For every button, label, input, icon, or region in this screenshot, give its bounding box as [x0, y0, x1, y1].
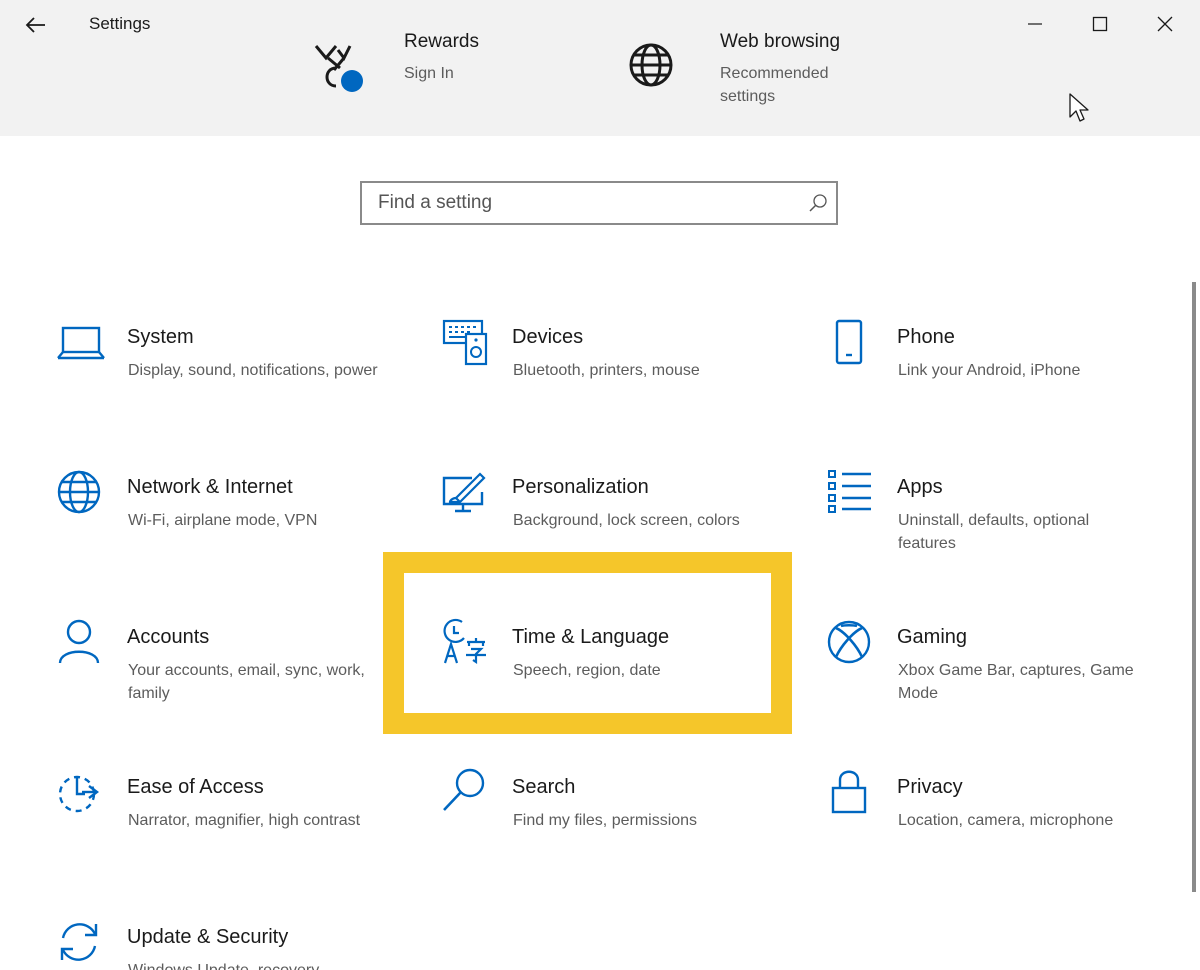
rewards-icon [314, 45, 363, 92]
tile-title: Apps [897, 476, 943, 498]
scrollbar[interactable] [1192, 282, 1196, 892]
close-button[interactable] [1142, 4, 1188, 44]
personalization-icon [442, 472, 486, 513]
tile-ease-of-access[interactable]: Ease of Access Narrator, magnifier, high… [57, 768, 417, 878]
banner-web-browsing[interactable]: Web browsing Recommended settings [620, 0, 880, 130]
tile-description: Uninstall, defaults, optional features [898, 512, 1090, 552]
tile-description: Find my files, permissions [513, 812, 698, 829]
tile-title: Update & Security [127, 926, 289, 948]
tile-description: Display, sound, notifications, power [128, 362, 378, 379]
devices-icon [442, 319, 488, 366]
banner-rewards-title: Rewards [404, 31, 479, 52]
tile-description: Link your Android, iPhone [898, 362, 1081, 379]
mouse-cursor-icon [1069, 93, 1089, 122]
back-arrow-icon [25, 17, 45, 33]
banner-rewards[interactable]: Rewards Sign In [300, 0, 530, 130]
banner-web-title: Web browsing [720, 31, 841, 52]
tile-search[interactable]: Search Find my files, permissions [442, 768, 802, 878]
tile-title: Gaming [897, 626, 968, 648]
tile-apps[interactable]: Apps Uninstall, defaults, optional featu… [827, 468, 1187, 578]
globe-icon [57, 470, 101, 514]
maximize-button[interactable] [1077, 4, 1123, 44]
tile-description: Your accounts, email, sync, work, family [128, 662, 365, 702]
back-button[interactable] [18, 8, 54, 42]
xbox-icon [827, 620, 871, 664]
tile-title: Search [512, 776, 576, 798]
banner-rewards-subtitle: Sign In [404, 65, 454, 82]
tile-privacy[interactable]: Privacy Location, camera, microphone [827, 768, 1187, 878]
tile-description: Speech, region, date [513, 662, 661, 679]
tile-title: Network & Internet [127, 476, 293, 498]
tile-system[interactable]: System Display, sound, notifications, po… [57, 318, 417, 428]
tile-title: Phone [897, 326, 955, 348]
globe-icon [629, 43, 673, 87]
tile-description: Background, lock screen, colors [513, 512, 740, 529]
phone-icon [835, 319, 863, 365]
update-sync-icon [60, 923, 98, 961]
tile-description: Wi-Fi, airplane mode, VPN [128, 512, 318, 529]
tile-description: Xbox Game Bar, captures, Game Mode [898, 662, 1134, 702]
tile-gaming[interactable]: Gaming Xbox Game Bar, captures, Game Mod… [827, 618, 1187, 728]
tile-title: System [127, 326, 194, 348]
tile-description: Bluetooth, printers, mouse [513, 362, 700, 379]
magnifier-icon[interactable] [808, 193, 828, 213]
tile-description: Windows Update, recovery, [128, 959, 378, 970]
tile-title: Privacy [897, 776, 963, 798]
tile-phone[interactable]: Phone Link your Android, iPhone [827, 318, 1187, 428]
time-language-icon [443, 618, 486, 665]
tile-title: Ease of Access [127, 776, 264, 798]
app-title: Settings [89, 14, 151, 33]
tile-title: Personalization [512, 476, 649, 498]
tile-devices[interactable]: Devices Bluetooth, printers, mouse [442, 318, 802, 428]
person-icon [58, 619, 100, 664]
minimize-button[interactable] [1012, 4, 1058, 44]
tile-title: Accounts [127, 626, 210, 648]
tile-update-security[interactable]: Update & Security Windows Update, recove… [57, 918, 417, 970]
title-bar: Settings [0, 0, 1200, 50]
tile-description: Location, camera, microphone [898, 812, 1114, 829]
tile-description: Narrator, magnifier, high contrast [128, 812, 361, 829]
tile-network-internet[interactable]: Network & Internet Wi-Fi, airplane mode,… [57, 468, 417, 578]
minimize-icon [1028, 23, 1042, 25]
maximize-icon [1092, 16, 1108, 32]
close-icon [1157, 16, 1173, 32]
search-icon [443, 768, 485, 811]
tile-title: Time & Language [512, 626, 670, 648]
tile-personalization[interactable]: Personalization Background, lock screen,… [442, 468, 802, 578]
search-input[interactable] [362, 183, 792, 223]
search-box[interactable] [360, 181, 838, 225]
lock-icon [831, 770, 867, 814]
tile-accounts[interactable]: Accounts Your accounts, email, sync, wor… [57, 618, 417, 728]
laptop-icon [57, 326, 105, 360]
banner-web-subtitle: Recommended settings [720, 65, 829, 105]
ease-of-access-icon [58, 775, 99, 813]
tile-time-language[interactable]: Time & Language Speech, region, date [442, 618, 802, 728]
tile-title: Devices [512, 326, 584, 348]
apps-list-icon [828, 470, 871, 513]
